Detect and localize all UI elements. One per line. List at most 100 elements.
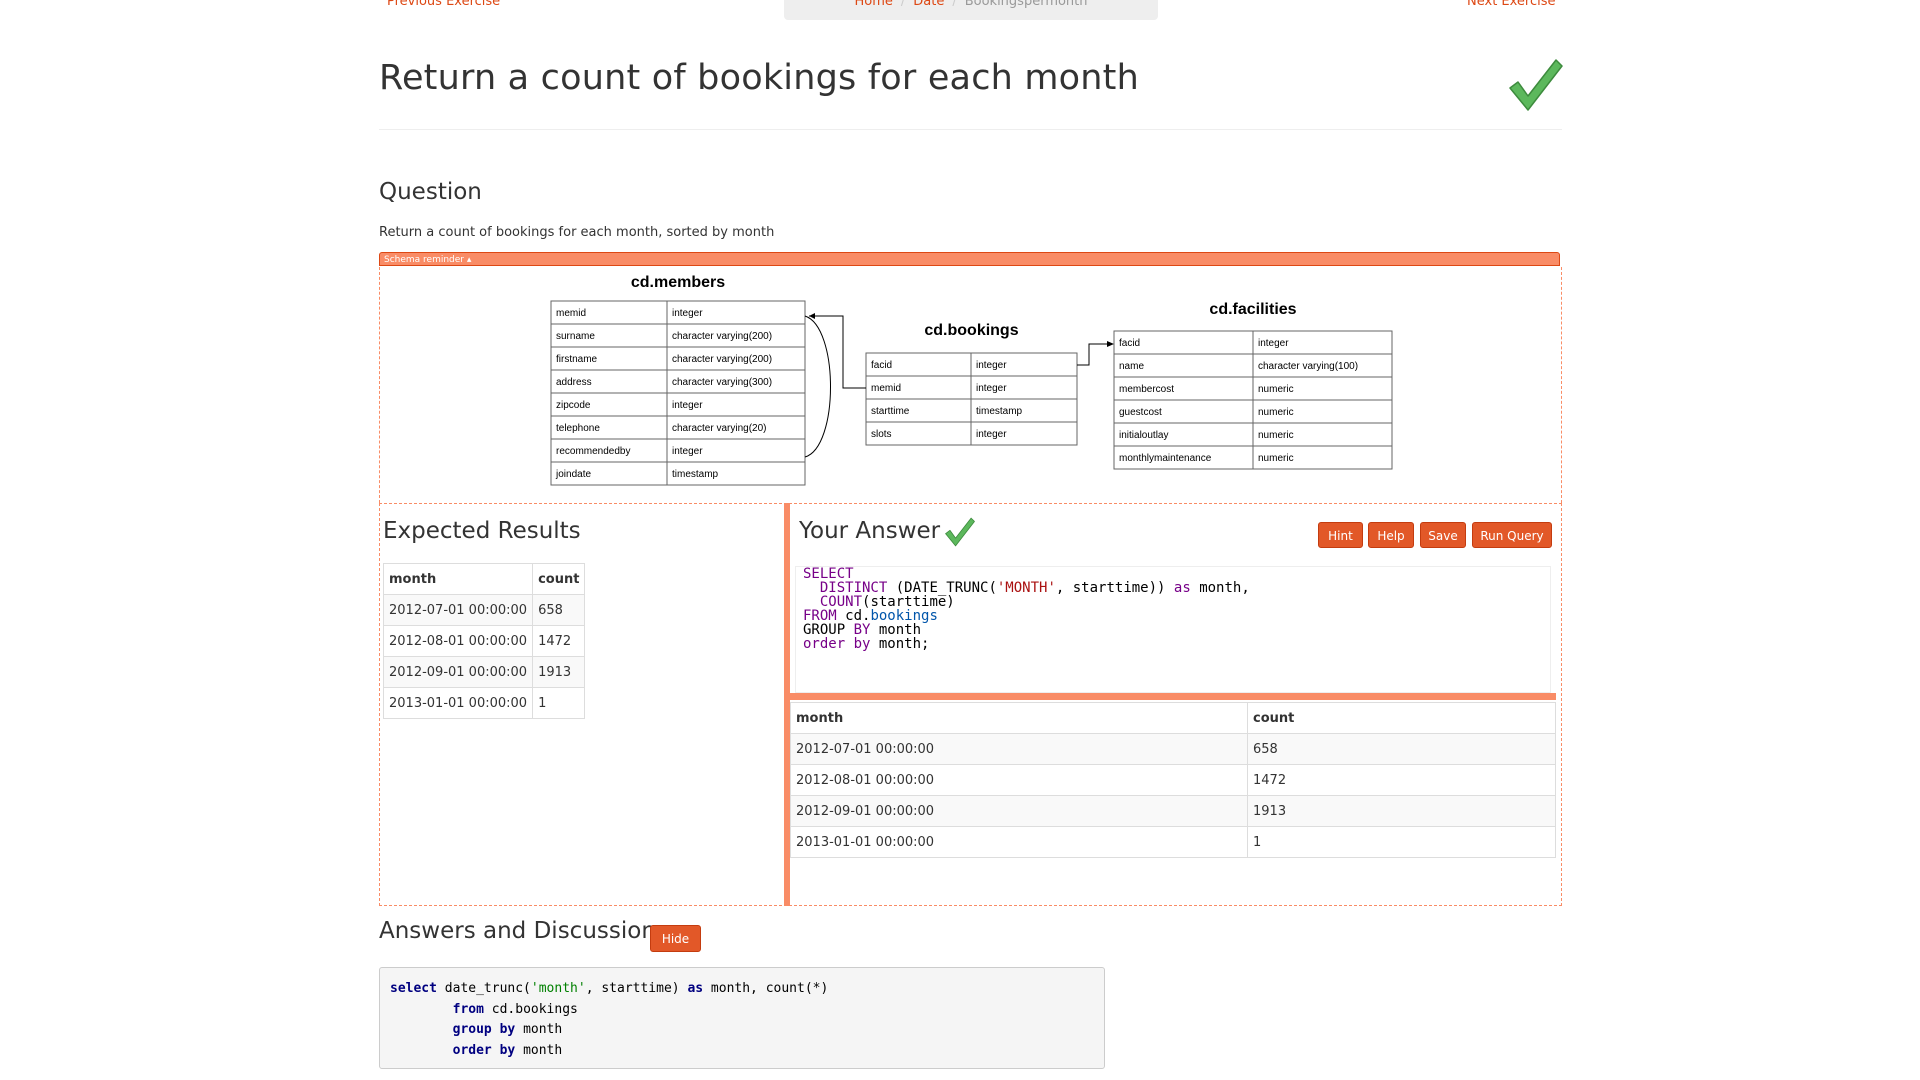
schema-column-name: recommendedby bbox=[556, 446, 630, 457]
table-cell: 1472 bbox=[1247, 764, 1556, 796]
schema-column-name: monthlymaintenance bbox=[1119, 453, 1212, 464]
schema-column-name: starttime bbox=[871, 406, 910, 417]
table-row: 2012-07-01 00:00:00 658 bbox=[790, 733, 1556, 765]
hint-button[interactable]: Hint bbox=[1318, 522, 1363, 548]
schema-column-type: integer bbox=[976, 383, 1007, 394]
schema-column-type: integer bbox=[976, 360, 1007, 371]
schema-column-name: initialoutlay bbox=[1119, 430, 1168, 441]
schema-column-name: telephone bbox=[556, 423, 600, 434]
table-cell: 1913 bbox=[1247, 795, 1556, 827]
column-header: count bbox=[1247, 702, 1556, 734]
table-row: 2013-01-01 00:00:00 1 bbox=[382, 687, 586, 719]
discussion-heading: Answers and Discussion bbox=[379, 918, 656, 944]
schema-column-name: surname bbox=[556, 331, 595, 342]
question-text: Return a count of bookings for each mont… bbox=[379, 225, 775, 240]
table-row: 2012-09-01 00:00:00 1913 bbox=[382, 656, 586, 688]
schema-column-type: character varying(100) bbox=[1258, 361, 1358, 372]
breadcrumb: Home / Date / Bookingspermonth bbox=[784, 0, 1158, 20]
table-cell: 2012-09-01 00:00:00 bbox=[790, 795, 1248, 827]
table-row: 2012-09-01 00:00:00 1913 bbox=[790, 795, 1556, 827]
schema-column-name: zipcode bbox=[556, 400, 591, 411]
schema-column-type: numeric bbox=[1258, 430, 1294, 441]
table-cell: 2012-09-01 00:00:00 bbox=[382, 656, 534, 688]
expected-results-heading: Expected Results bbox=[383, 518, 581, 544]
table-cell: 2013-01-01 00:00:00 bbox=[382, 687, 534, 719]
table-cell: 1 bbox=[1247, 826, 1556, 858]
table-cell: 2012-08-01 00:00:00 bbox=[790, 764, 1248, 796]
table-row: 2012-08-01 00:00:00 1472 bbox=[382, 625, 586, 657]
schema-table-title: cd.bookings bbox=[924, 322, 1018, 339]
arrow-head-icon bbox=[1107, 341, 1114, 347]
next-exercise-link[interactable]: Next Exercise bbox=[1467, 0, 1556, 9]
schema-column-type: numeric bbox=[1258, 453, 1294, 464]
schema-column-type: timestamp bbox=[976, 406, 1023, 417]
column-header: count bbox=[532, 563, 586, 595]
schema-diagram: cd.members memid integer surname character v… bbox=[550, 274, 1393, 486]
table-cell: 2012-07-01 00:00:00 bbox=[382, 594, 534, 626]
table-cell: 2012-08-01 00:00:00 bbox=[382, 625, 534, 657]
schema-column-type: numeric bbox=[1258, 384, 1294, 395]
breadcrumb-home[interactable]: Home bbox=[854, 0, 892, 9]
schema-column-type: integer bbox=[672, 308, 703, 319]
breadcrumb-current: Bookingspermonth bbox=[964, 0, 1088, 9]
schema-column-name: memid bbox=[871, 383, 901, 394]
query-results-table: month count 2012-07-01 00:00:00 658 2012-… bbox=[790, 702, 1556, 858]
schema-column-name: membercost bbox=[1119, 384, 1174, 395]
schema-column-name: facid bbox=[871, 360, 892, 371]
table-row: 2013-01-01 00:00:00 1 bbox=[790, 826, 1556, 858]
schema-column-name: guestcost bbox=[1119, 407, 1162, 418]
table-cell: 658 bbox=[1247, 733, 1556, 765]
schema-column-type: character varying(300) bbox=[672, 377, 772, 388]
schema-column-type: character varying(20) bbox=[672, 423, 766, 434]
table-row: 2012-07-01 00:00:00 658 bbox=[382, 594, 586, 626]
help-button[interactable]: Help bbox=[1368, 522, 1414, 548]
schema-column-type: integer bbox=[976, 429, 1007, 440]
code-line: select date_trunc('month', starttime) as… bbox=[390, 981, 829, 996]
schema-column-name: slots bbox=[871, 429, 892, 440]
run-query-button[interactable]: Run Query bbox=[1472, 522, 1552, 548]
question-heading: Question bbox=[379, 179, 482, 205]
table-cell: 1 bbox=[532, 687, 586, 719]
schema-column-type: timestamp bbox=[672, 469, 719, 480]
schema-column-name: memid bbox=[556, 308, 586, 319]
hide-discussion-button[interactable]: Hide bbox=[650, 925, 701, 952]
schema-column-type: character varying(200) bbox=[672, 331, 772, 342]
code-line: group by month bbox=[452, 1022, 563, 1037]
schema-column-name: name bbox=[1119, 361, 1144, 372]
breadcrumb-date[interactable]: Date bbox=[913, 0, 944, 9]
editor-resize-handle[interactable] bbox=[790, 693, 1556, 700]
code-line: order by month; bbox=[803, 636, 930, 652]
schema-table-title: cd.facilities bbox=[1209, 301, 1296, 318]
previous-exercise-link[interactable]: Previous Exercise bbox=[387, 0, 500, 9]
answer-correct-check-icon bbox=[945, 517, 975, 547]
table-row: 2012-08-01 00:00:00 1472 bbox=[790, 764, 1556, 796]
schema-column-name: address bbox=[556, 377, 592, 388]
schema-column-type: character varying(200) bbox=[672, 354, 772, 365]
schema-column-type: numeric bbox=[1258, 407, 1294, 418]
query-editor[interactable]: SELECT DISTINCT (DATE_TRUNC('MONTH', sta… bbox=[795, 566, 1551, 693]
table-cell: 1472 bbox=[532, 625, 586, 657]
schema-column-name: firstname bbox=[556, 354, 598, 365]
schema-column-name: joindate bbox=[555, 469, 591, 480]
page-title: Return a count of bookings for each mont… bbox=[379, 58, 1139, 98]
save-button[interactable]: Save bbox=[1420, 522, 1466, 548]
title-divider bbox=[379, 129, 1562, 130]
table-cell: 2013-01-01 00:00:00 bbox=[790, 826, 1248, 858]
breadcrumb-separator: / bbox=[952, 0, 957, 9]
schema-table-title: cd.members bbox=[631, 274, 725, 291]
code-line: order by month bbox=[452, 1042, 563, 1058]
schema-column-type: integer bbox=[672, 446, 703, 457]
relation-arrow bbox=[1077, 343, 1108, 366]
table-cell: 2012-07-01 00:00:00 bbox=[790, 733, 1248, 765]
table-cell: 1913 bbox=[532, 656, 586, 688]
column-header: month bbox=[790, 702, 1248, 734]
schema-column-name: facid bbox=[1119, 338, 1140, 349]
completed-check-icon bbox=[1509, 59, 1563, 111]
table-cell: 658 bbox=[532, 594, 586, 626]
breadcrumb-separator: / bbox=[900, 0, 906, 9]
solution-code-block: select date_trunc('month', starttime) as… bbox=[379, 967, 1105, 1069]
column-header: month bbox=[382, 563, 534, 595]
schema-reminder-toggle[interactable]: Schema reminder ▴ bbox=[379, 252, 1560, 266]
schema-column-type: integer bbox=[672, 400, 703, 411]
code-line: from cd.bookings bbox=[452, 1001, 578, 1017]
